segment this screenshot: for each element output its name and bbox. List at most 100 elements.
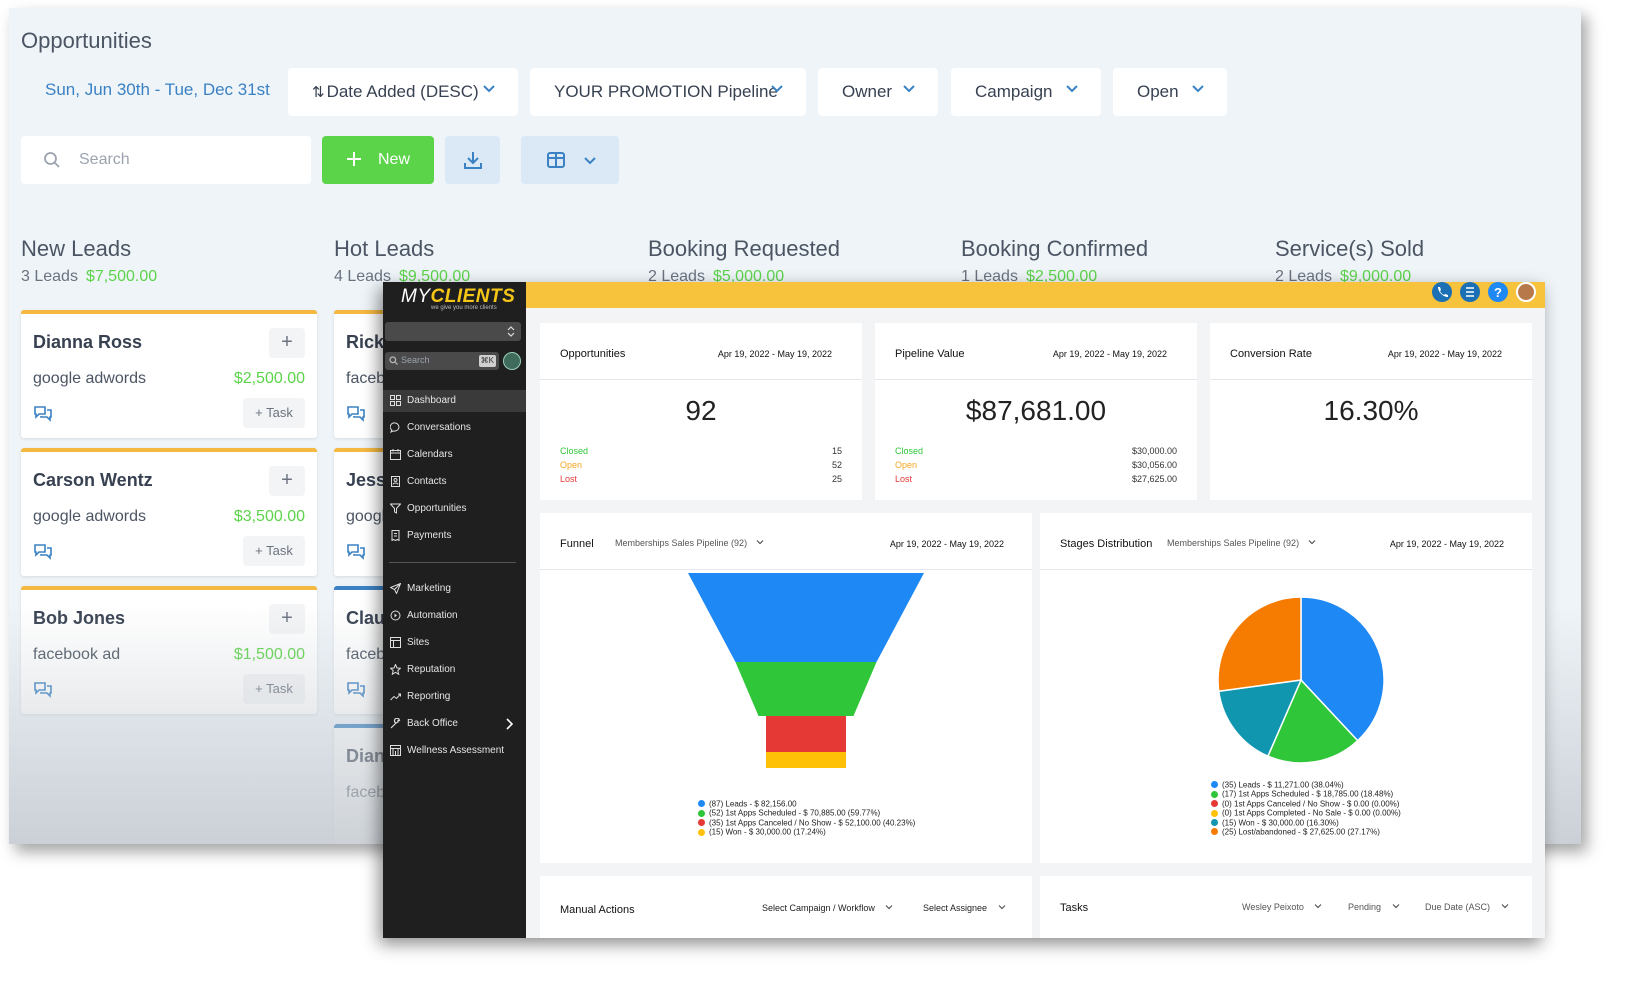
- tasks-panel: Tasks Wesley Peixoto Pending Due Date (A…: [1040, 876, 1532, 938]
- legend-item: (25) Lost/abandoned - $ 27,625.00 (27.17…: [1211, 827, 1401, 836]
- download-button[interactable]: [445, 136, 500, 184]
- chevron-down-icon: [1308, 540, 1316, 545]
- sidebar-search-input[interactable]: Search ⌘K: [385, 352, 499, 370]
- new-opportunity-button[interactable]: New: [322, 136, 434, 184]
- sort-icon: ⇅: [312, 84, 325, 101]
- add-task-button[interactable]: + Task: [243, 536, 305, 566]
- opportunity-card[interactable]: Dianna Ross google adwords $2,500.00 + +…: [21, 310, 317, 438]
- legend-item: (35) Leads - $ 11,271.00 (38.04%): [1211, 780, 1401, 789]
- chevron-down-icon: [1392, 904, 1399, 909]
- owner-dropdown[interactable]: Owner: [818, 68, 938, 116]
- trend-icon: [390, 693, 401, 701]
- quick-action-icon[interactable]: [503, 352, 521, 370]
- page-title: Opportunities: [21, 28, 152, 53]
- funnel-stage-1st-apps-scheduled[interactable]: [735, 662, 877, 716]
- chevron-down-icon: [1066, 85, 1078, 93]
- chat-icon[interactable]: [33, 542, 53, 560]
- sidebar-item-reporting[interactable]: Reporting: [383, 686, 526, 708]
- automation-icon: [390, 610, 401, 621]
- sidebar-item-reputation[interactable]: Reputation: [383, 659, 526, 681]
- contacts-icon: [391, 476, 400, 487]
- chevron-down-icon: [903, 85, 915, 93]
- task-sort-select[interactable]: Due Date (ASC): [1425, 902, 1509, 912]
- campaign-workflow-select[interactable]: Select Campaign / Workflow: [762, 903, 893, 913]
- pipeline-value-stat-card: Pipeline Value Apr 19, 2022 - May 19, 20…: [875, 323, 1197, 500]
- chevron-down-icon: [1314, 904, 1322, 909]
- location-select[interactable]: [385, 322, 521, 341]
- legend-item: (35) 1st Apps Canceled / No Show - $ 52,…: [698, 818, 915, 827]
- sidebar-item-opportunities[interactable]: Opportunities: [383, 498, 526, 520]
- help-icon[interactable]: ?: [1488, 282, 1508, 302]
- assignee-select[interactable]: Select Assignee: [923, 903, 1006, 913]
- pipeline-dropdown[interactable]: YOUR PROMOTION Pipeline: [530, 68, 806, 116]
- funnel-panel: Funnel Memberships Sales Pipeline (92) A…: [540, 513, 1032, 863]
- opportunity-card[interactable]: Carson Wentz google adwords $3,500.00 + …: [21, 448, 317, 576]
- chevron-right-icon: [506, 718, 513, 730]
- phone-icon[interactable]: [1432, 282, 1452, 302]
- funnel-stage-1st-apps-canceled-no-show[interactable]: [766, 716, 846, 752]
- funnel-chart: [688, 573, 924, 768]
- legend-item: (17) 1st Apps Scheduled - $ 18,785.00 (1…: [1211, 789, 1401, 799]
- opportunity-card[interactable]: Bob Jones facebook ad $1,500.00 + + Task: [21, 586, 317, 714]
- sort-dropdown[interactable]: ⇅ Date Added (DESC): [288, 68, 518, 116]
- add-task-button[interactable]: + Task: [243, 674, 305, 704]
- funnel-legend: (87) Leads - $ 82,156.00 (52) 1st Apps S…: [698, 799, 915, 837]
- conversion-rate-stat-card: Conversion Rate Apr 19, 2022 - May 19, 2…: [1210, 323, 1532, 500]
- list-icon[interactable]: [1460, 282, 1480, 302]
- legend-item: (15) Won - $ 30,000.00 (17.24%): [698, 827, 915, 837]
- funnel-pipeline-select[interactable]: Memberships Sales Pipeline (92): [615, 538, 764, 548]
- view-toggle-button[interactable]: [521, 136, 619, 184]
- add-button[interactable]: +: [269, 466, 305, 496]
- opportunities-stat-card: Opportunities Apr 19, 2022 - May 19, 202…: [540, 323, 862, 500]
- sidebar-item-marketing[interactable]: Marketing: [383, 578, 526, 600]
- filter-icon: [390, 503, 401, 514]
- chevron-updown-icon: [507, 326, 515, 337]
- sidebar-item-contacts[interactable]: Contacts: [383, 471, 526, 493]
- chevron-down-icon: [1501, 904, 1508, 909]
- stages-pipeline-select[interactable]: Memberships Sales Pipeline (92): [1167, 538, 1316, 548]
- pie-slice-lost-abandoned[interactable]: [1217, 596, 1302, 693]
- chat-bubble-icon: [390, 422, 400, 433]
- column-header-new-leads: New Leads 3 Leads $7,500.00: [21, 236, 158, 285]
- campaign-dropdown[interactable]: Campaign: [951, 68, 1101, 116]
- column-header-booking-requested: Booking Requested 2 Leads $5,000.00: [648, 236, 841, 285]
- chat-icon[interactable]: [346, 680, 366, 698]
- send-icon: [390, 583, 401, 594]
- opportunities-count: 92: [685, 395, 717, 426]
- funnel-stage-leads[interactable]: [688, 573, 924, 662]
- search-icon: [44, 152, 60, 168]
- task-status-select[interactable]: Pending: [1348, 902, 1400, 912]
- receipt-icon: [391, 530, 400, 541]
- sidebar-item-calendars[interactable]: Calendars: [383, 444, 526, 466]
- sidebar-item-wellness-assessment[interactable]: Wellness Assessment: [383, 740, 526, 762]
- chat-icon[interactable]: [346, 542, 366, 560]
- funnel-stage-won[interactable]: [766, 752, 846, 768]
- legend-item: (87) Leads - $ 82,156.00: [698, 799, 915, 808]
- task-user-select[interactable]: Wesley Peixoto: [1242, 902, 1322, 912]
- svg-text:?: ?: [1494, 285, 1502, 300]
- add-task-button[interactable]: + Task: [243, 398, 305, 428]
- building-icon: [390, 745, 401, 756]
- sidebar-item-payments[interactable]: Payments: [383, 525, 526, 547]
- avatar[interactable]: [1516, 282, 1536, 302]
- sidebar-item-conversations[interactable]: Conversations: [383, 417, 526, 439]
- sidebar-item-automation[interactable]: Automation: [383, 605, 526, 627]
- legend-item: (0) 1st Apps Completed - No Sale - $ 0.0…: [1211, 808, 1401, 818]
- add-button[interactable]: +: [269, 604, 305, 634]
- sidebar-item-dashboard[interactable]: Dashboard: [383, 390, 526, 412]
- pipeline-value: $87,681.00: [965, 395, 1107, 426]
- download-icon: [464, 152, 482, 169]
- sidebar-item-back-office[interactable]: Back Office: [383, 713, 526, 735]
- conversion-rate: 16.30%: [1323, 395, 1419, 426]
- search-input[interactable]: Search: [21, 136, 311, 184]
- chevron-down-icon: [1192, 85, 1204, 93]
- chat-icon[interactable]: [346, 404, 366, 422]
- chat-icon[interactable]: [33, 404, 53, 422]
- sidebar-item-sites[interactable]: Sites: [383, 632, 526, 654]
- status-dropdown[interactable]: Open: [1113, 68, 1227, 116]
- chat-icon[interactable]: [33, 680, 53, 698]
- wrench-icon: [390, 718, 401, 729]
- date-range-picker[interactable]: Sun, Jun 30th - Tue, Dec 31st: [45, 80, 270, 100]
- add-button[interactable]: +: [269, 328, 305, 358]
- chevron-down-icon: [483, 85, 495, 93]
